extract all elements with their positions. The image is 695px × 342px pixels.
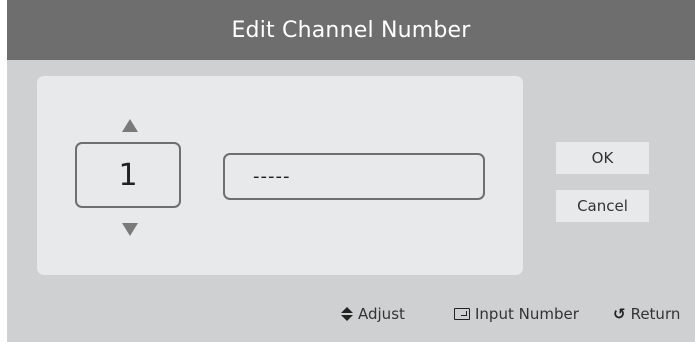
input-enter-icon bbox=[454, 308, 470, 320]
return-hint-label: Return bbox=[630, 305, 681, 323]
ok-button[interactable]: OK bbox=[556, 142, 649, 174]
up-down-arrows-icon bbox=[341, 307, 353, 321]
dialog-title-bar: Edit Channel Number bbox=[7, 0, 695, 60]
input-number-hint: Input Number bbox=[454, 303, 579, 325]
channel-number-value: 1 bbox=[118, 157, 138, 193]
channel-editor-panel: 1 ----- bbox=[37, 76, 523, 275]
channel-number-spinner[interactable]: 1 bbox=[75, 142, 181, 208]
increment-arrow-icon[interactable] bbox=[122, 119, 138, 132]
dialog-title: Edit Channel Number bbox=[231, 17, 471, 43]
adjust-hint-label: Adjust bbox=[358, 305, 405, 323]
edit-channel-dialog: Edit Channel Number 1 ----- OK Cancel Ad… bbox=[7, 0, 695, 342]
cancel-button-label: Cancel bbox=[577, 197, 628, 215]
input-number-hint-label: Input Number bbox=[475, 305, 579, 323]
decrement-arrow-icon[interactable] bbox=[122, 223, 138, 236]
channel-number-input[interactable]: ----- bbox=[223, 153, 485, 200]
return-arrow-icon: ↺ bbox=[613, 304, 626, 323]
channel-number-input-value: ----- bbox=[253, 166, 291, 187]
adjust-hint: Adjust bbox=[341, 303, 405, 325]
cancel-button[interactable]: Cancel bbox=[556, 190, 649, 222]
ok-button-label: OK bbox=[591, 149, 614, 167]
return-hint: ↺ Return bbox=[613, 303, 680, 325]
